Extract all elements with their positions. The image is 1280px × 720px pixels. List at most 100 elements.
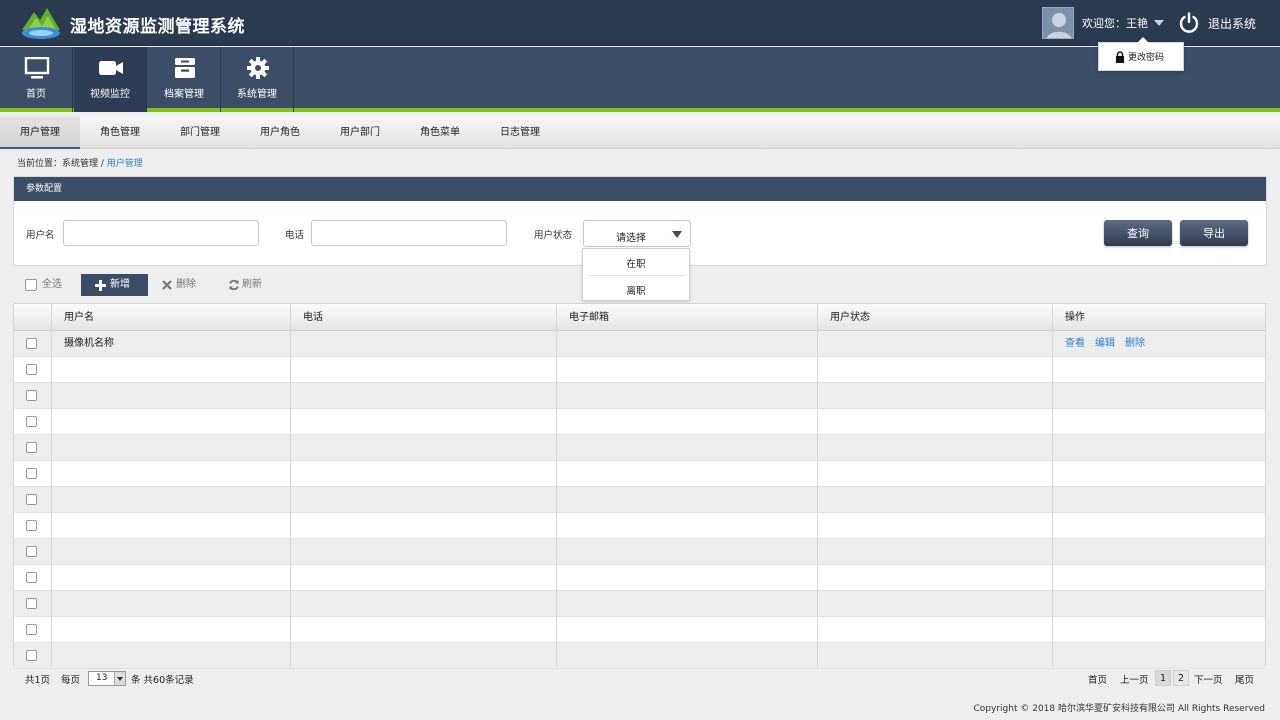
footer-copyright: Copyright © 2018 哈尔滨华夏矿安科技有限公司 All Right…: [973, 704, 1265, 714]
logout-label: 退出系统: [1208, 16, 1257, 31]
table-row[interactable]: [14, 435, 1265, 461]
avatar[interactable]: [1042, 7, 1074, 39]
record-count: 条 共60条记录: [131, 675, 194, 686]
view-link[interactable]: 查看: [1065, 338, 1085, 349]
row-checkbox[interactable]: [26, 364, 37, 375]
column-divider: [817, 304, 818, 667]
first-page-link[interactable]: 首页: [1088, 672, 1107, 686]
row-checkbox[interactable]: [26, 494, 37, 505]
tab-user-role[interactable]: 用户角色: [240, 116, 320, 149]
module-label: 首页: [26, 89, 46, 100]
tab-department-management[interactable]: 部门管理: [160, 116, 240, 149]
column-divider: [290, 304, 291, 667]
power-icon: [1179, 12, 1199, 33]
add-label: 新增: [110, 279, 130, 290]
pagination: 共1页 每页 13 条 共60条记录 首页 上一页 1 2 下一页 尾页: [13, 667, 1266, 691]
breadcrumb: 当前位置：系统管理 / 用户管理: [17, 156, 143, 169]
tab-role-management[interactable]: 角色管理: [80, 116, 160, 149]
table-header: 用户名 电话 电子邮箱 用户状态 操作: [14, 304, 1265, 331]
table-row[interactable]: [14, 461, 1265, 487]
divider: [589, 275, 685, 276]
column-divider: [1052, 304, 1053, 667]
query-button[interactable]: 查询: [1104, 220, 1172, 246]
table-row[interactable]: [14, 383, 1265, 409]
row-checkbox[interactable]: [26, 442, 37, 453]
row-checkbox[interactable]: [26, 416, 37, 427]
add-button[interactable]: 新增: [81, 274, 148, 296]
status-select[interactable]: 请选择: [583, 220, 691, 247]
delete-button[interactable]: 删除: [162, 274, 196, 296]
sub-tabs: 用户管理 角色管理 部门管理 用户角色 用户部门 角色菜单 日志管理: [0, 116, 1280, 149]
column-header: 电子邮箱: [569, 312, 609, 323]
table-row[interactable]: [14, 539, 1265, 565]
row-checkbox[interactable]: [26, 546, 37, 557]
prev-page-link[interactable]: 上一页: [1120, 672, 1149, 686]
row-checkbox[interactable]: [26, 598, 37, 609]
module-system[interactable]: 系统管理: [221, 47, 294, 112]
plus-icon: [95, 279, 106, 291]
table-row[interactable]: [14, 591, 1265, 617]
logout-button[interactable]: 退出系统: [1178, 10, 1256, 36]
next-page-link[interactable]: 下一页: [1194, 672, 1223, 686]
tab-user-department[interactable]: 用户部门: [320, 116, 400, 149]
row-checkbox[interactable]: [26, 338, 37, 349]
select-all-checkbox[interactable]: 全选: [25, 274, 62, 296]
refresh-icon: [229, 279, 239, 291]
delete-label: 删除: [176, 279, 196, 290]
tab-log-management[interactable]: 日志管理: [480, 116, 560, 149]
status-option-active[interactable]: 在职: [583, 256, 689, 270]
user-menu[interactable]: 欢迎您：王艳: [1042, 7, 1164, 39]
module-archive[interactable]: 档案管理: [148, 47, 221, 112]
delete-link[interactable]: 删除: [1125, 338, 1145, 349]
select-all-label: 全选: [42, 279, 62, 290]
user-table: 用户名 电话 电子邮箱 用户状态 操作 摄像机名称 查看 编辑 删除: [13, 303, 1266, 669]
table-row[interactable]: [14, 617, 1265, 643]
page-2-button[interactable]: 2: [1173, 670, 1189, 686]
per-page-select[interactable]: 13: [88, 671, 126, 686]
column-header: 用户名: [64, 312, 94, 323]
row-checkbox[interactable]: [26, 624, 37, 635]
table-row[interactable]: [14, 513, 1265, 539]
username-label: 用户名: [26, 230, 55, 241]
last-page-link[interactable]: 尾页: [1235, 672, 1254, 686]
chevron-down-icon: [114, 672, 125, 685]
cell-actions: 查看 编辑 删除: [1053, 331, 1155, 357]
module-video[interactable]: 视频监控: [74, 47, 147, 112]
status-dropdown: 在职 离职: [582, 248, 690, 301]
export-button[interactable]: 导出: [1180, 220, 1248, 246]
edit-link[interactable]: 编辑: [1095, 338, 1115, 349]
table-row[interactable]: [14, 643, 1265, 669]
tab-user-management[interactable]: 用户管理: [0, 116, 80, 149]
per-page-label: 每页: [61, 675, 81, 686]
status-label: 用户状态: [534, 230, 573, 241]
page-1-button[interactable]: 1: [1155, 670, 1171, 686]
table-row[interactable]: [14, 487, 1265, 513]
module-home[interactable]: 首页: [0, 47, 73, 112]
row-checkbox[interactable]: [26, 468, 37, 479]
change-password-label: 更改密码: [1128, 53, 1165, 63]
column-header: 操作: [1065, 312, 1085, 323]
table-row[interactable]: 摄像机名称 查看 编辑 删除: [14, 331, 1265, 357]
row-checkbox[interactable]: [26, 390, 37, 401]
checkbox[interactable]: [25, 279, 37, 291]
phone-label: 电话: [285, 230, 305, 241]
row-checkbox[interactable]: [26, 572, 37, 583]
change-password-menu-item[interactable]: 更改密码: [1098, 37, 1184, 71]
breadcrumb-current[interactable]: 用户管理: [107, 159, 143, 169]
row-checkbox[interactable]: [26, 520, 37, 531]
table-row[interactable]: [14, 565, 1265, 591]
phone-input[interactable]: [311, 220, 507, 246]
welcome-text: 欢迎您：王艳: [1082, 17, 1148, 30]
tab-role-menu[interactable]: 角色菜单: [400, 116, 480, 149]
module-label: 系统管理: [237, 89, 277, 100]
table-row[interactable]: [14, 357, 1265, 383]
refresh-button[interactable]: 刷新: [228, 274, 262, 296]
column-divider: [51, 304, 52, 667]
column-divider: [556, 304, 557, 667]
status-option-resigned[interactable]: 离职: [583, 283, 689, 297]
row-checkbox[interactable]: [26, 650, 37, 661]
chevron-down-icon[interactable]: [1154, 20, 1164, 26]
video-camera-icon: [99, 61, 123, 75]
username-input[interactable]: [63, 220, 259, 246]
table-row[interactable]: [14, 409, 1265, 435]
